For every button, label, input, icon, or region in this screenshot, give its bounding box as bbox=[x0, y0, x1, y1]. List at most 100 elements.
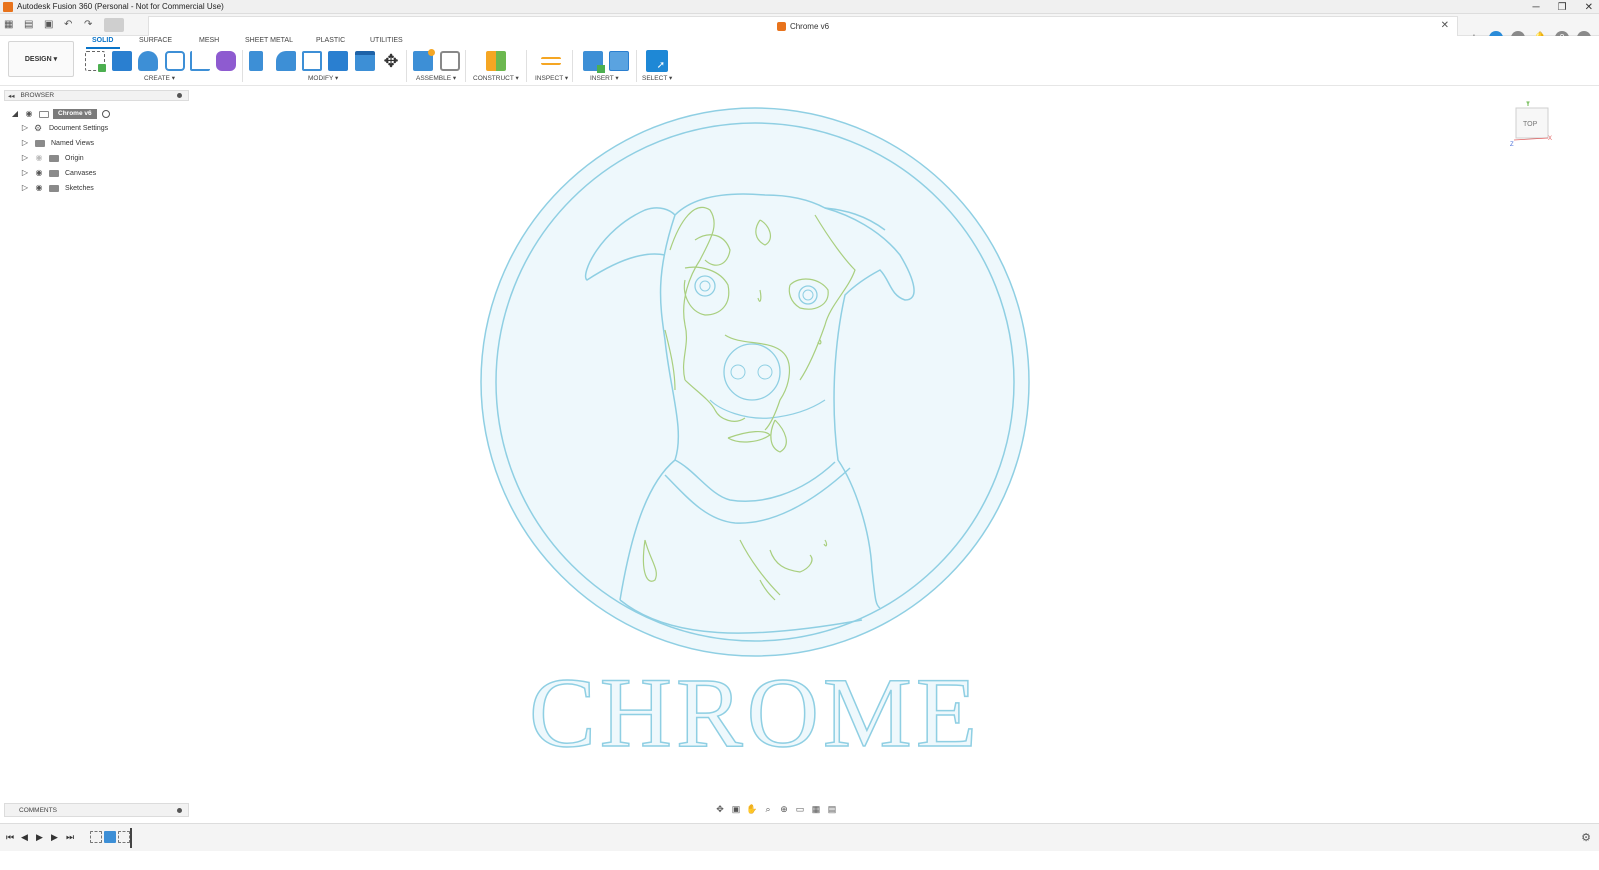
fit-icon[interactable]: ⊕ bbox=[778, 804, 790, 815]
expand-triangle-icon[interactable]: ▷ bbox=[20, 153, 30, 163]
browser-root-row[interactable]: ◢ ◉ Chrome v6 bbox=[10, 108, 110, 120]
maximize-button[interactable]: ❐ bbox=[1558, 2, 1567, 13]
tab-utilities[interactable]: UTILITIES bbox=[370, 37, 403, 44]
expand-triangle-icon[interactable]: ▷ bbox=[20, 183, 30, 193]
visibility-eye-icon[interactable]: ◉ bbox=[34, 184, 44, 192]
axis-x-label: X bbox=[1548, 136, 1552, 142]
assemble-menu[interactable]: ASSEMBLE ▾ bbox=[416, 74, 456, 82]
tab-surface[interactable]: SURFACE bbox=[139, 37, 172, 44]
separator bbox=[572, 50, 573, 82]
hole-icon[interactable] bbox=[165, 51, 185, 71]
chamfer-icon[interactable] bbox=[302, 51, 322, 71]
fillet-icon[interactable] bbox=[276, 51, 296, 71]
create-sketch-icon[interactable] bbox=[85, 51, 106, 72]
expand-triangle-icon[interactable]: ▷ bbox=[20, 123, 30, 133]
move-icon[interactable]: ✥ bbox=[381, 51, 401, 71]
close-tab-icon[interactable]: ✕ bbox=[1441, 20, 1449, 31]
folder-icon bbox=[49, 154, 59, 162]
browser-item-canvases[interactable]: ▷ ◉ Canvases bbox=[20, 167, 96, 179]
axis-y-label: Y bbox=[1526, 102, 1530, 108]
go-to-start-icon[interactable]: ⏮ bbox=[6, 832, 14, 843]
pan-hand-icon[interactable]: ✋ bbox=[746, 804, 758, 815]
folder-icon bbox=[49, 169, 59, 177]
revolve-icon[interactable] bbox=[138, 51, 158, 71]
expand-triangle-icon[interactable]: ▷ bbox=[20, 138, 30, 148]
press-pull-icon[interactable] bbox=[249, 51, 263, 71]
timeline-settings-gear-icon[interactable]: ⚙ bbox=[1581, 831, 1591, 844]
bottom-strip bbox=[0, 851, 1599, 870]
browser-panel-header[interactable]: ◂◂ BROWSER bbox=[4, 90, 189, 101]
timeline-sketch-icon[interactable] bbox=[118, 831, 130, 843]
browser-item-origin[interactable]: ▷ ◉ Origin bbox=[20, 152, 84, 164]
offset-plane-icon[interactable] bbox=[486, 51, 506, 71]
data-panel-grid-icon[interactable]: ▦ bbox=[4, 20, 14, 30]
tab-sheet-metal[interactable]: SHEET METAL bbox=[245, 37, 293, 44]
insert-derive-icon[interactable] bbox=[583, 51, 605, 73]
construct-menu[interactable]: CONSTRUCT ▾ bbox=[473, 74, 519, 82]
timeline-marker[interactable] bbox=[130, 828, 132, 848]
separator bbox=[636, 50, 637, 82]
workspace-design-button[interactable]: DESIGN ▾ bbox=[8, 41, 74, 77]
extrude-icon[interactable] bbox=[112, 51, 132, 71]
save-icon[interactable]: ▣ bbox=[44, 20, 54, 30]
joint-icon[interactable] bbox=[440, 51, 460, 71]
pin-comments-icon[interactable] bbox=[177, 808, 182, 813]
component-icon bbox=[39, 110, 49, 118]
step-back-icon[interactable]: ◀ bbox=[21, 832, 28, 843]
visibility-eye-icon[interactable]: ◉ bbox=[24, 110, 34, 118]
tab-solid[interactable]: SOLID bbox=[92, 37, 113, 44]
pin-browser-icon[interactable] bbox=[177, 93, 182, 98]
measure-icon[interactable] bbox=[541, 57, 561, 65]
expand-triangle-icon[interactable]: ▷ bbox=[20, 168, 30, 178]
browser-item-named-views[interactable]: ▷ Named Views bbox=[20, 137, 94, 149]
file-menu-icon[interactable]: ▤ bbox=[24, 20, 34, 30]
browser-item-sketches[interactable]: ▷ ◉ Sketches bbox=[20, 182, 94, 194]
separator bbox=[406, 50, 407, 82]
comments-title: COMMENTS bbox=[19, 806, 57, 814]
redo-icon[interactable]: ↷ bbox=[84, 20, 94, 30]
home-icon[interactable] bbox=[104, 18, 124, 32]
create-form-icon[interactable] bbox=[216, 51, 236, 71]
combine-icon[interactable] bbox=[328, 51, 348, 71]
collapse-browser-icon[interactable]: ◂◂ bbox=[8, 92, 15, 100]
minimize-button[interactable]: ─ bbox=[1533, 2, 1540, 13]
expand-triangle-icon[interactable]: ◢ bbox=[10, 109, 20, 119]
select-menu[interactable]: SELECT ▾ bbox=[642, 74, 672, 82]
grid-snap-icon[interactable]: ▦ bbox=[810, 804, 822, 815]
insert-menu[interactable]: INSERT ▾ bbox=[590, 74, 619, 82]
viewports-icon[interactable]: ▤ bbox=[826, 804, 838, 815]
inner-circle-outline[interactable] bbox=[495, 122, 1015, 642]
document-tab[interactable]: Chrome v6 ✕ bbox=[148, 16, 1458, 36]
look-at-icon[interactable]: ▣ bbox=[730, 804, 742, 815]
tab-mesh[interactable]: MESH bbox=[199, 37, 219, 44]
quick-access-bar: ▦ ▤ ▣ ↶ ↷ Chrome v6 ✕ + 🔔 ? bbox=[0, 14, 1599, 45]
zoom-icon[interactable]: ⌕ bbox=[762, 804, 774, 815]
viewcube[interactable]: Y TOP X Z bbox=[1510, 100, 1560, 148]
undo-icon[interactable]: ↶ bbox=[64, 20, 74, 30]
play-icon[interactable]: ▶ bbox=[36, 832, 43, 843]
inspect-menu[interactable]: INSPECT ▾ bbox=[535, 74, 568, 82]
orbit-icon[interactable]: ✥ bbox=[714, 804, 726, 815]
chrome-sketch-text[interactable]: CHROME bbox=[528, 656, 981, 760]
insert-canvas-icon[interactable] bbox=[609, 51, 629, 71]
select-cursor-icon[interactable]: ➚ bbox=[646, 50, 668, 72]
design-canvas[interactable]: CHROME bbox=[470, 100, 1040, 760]
create-menu[interactable]: CREATE ▾ bbox=[144, 74, 175, 82]
tab-plastic[interactable]: PLASTIC bbox=[316, 37, 345, 44]
separator bbox=[526, 50, 527, 82]
step-forward-icon[interactable]: ▶ bbox=[51, 832, 58, 843]
modify-menu[interactable]: MODIFY ▾ bbox=[308, 74, 338, 82]
visibility-eye-icon[interactable]: ◉ bbox=[34, 169, 44, 177]
close-window-button[interactable]: ✕ bbox=[1585, 2, 1593, 13]
browser-item-document-settings[interactable]: ▷ ⚙ Document Settings bbox=[20, 122, 108, 134]
timeline-sketch-icon[interactable] bbox=[90, 831, 102, 843]
activate-radio-icon[interactable] bbox=[101, 110, 110, 118]
new-component-icon[interactable] bbox=[413, 49, 435, 71]
pattern-icon[interactable] bbox=[190, 51, 210, 71]
visibility-eye-icon[interactable]: ◉ bbox=[34, 154, 44, 162]
shell-icon[interactable] bbox=[355, 51, 375, 71]
timeline-canvas-icon[interactable] bbox=[104, 831, 116, 843]
display-settings-icon[interactable]: ▭ bbox=[794, 804, 806, 815]
comments-panel-header[interactable]: COMMENTS bbox=[4, 803, 189, 817]
go-to-end-icon[interactable]: ⏭ bbox=[66, 832, 74, 843]
